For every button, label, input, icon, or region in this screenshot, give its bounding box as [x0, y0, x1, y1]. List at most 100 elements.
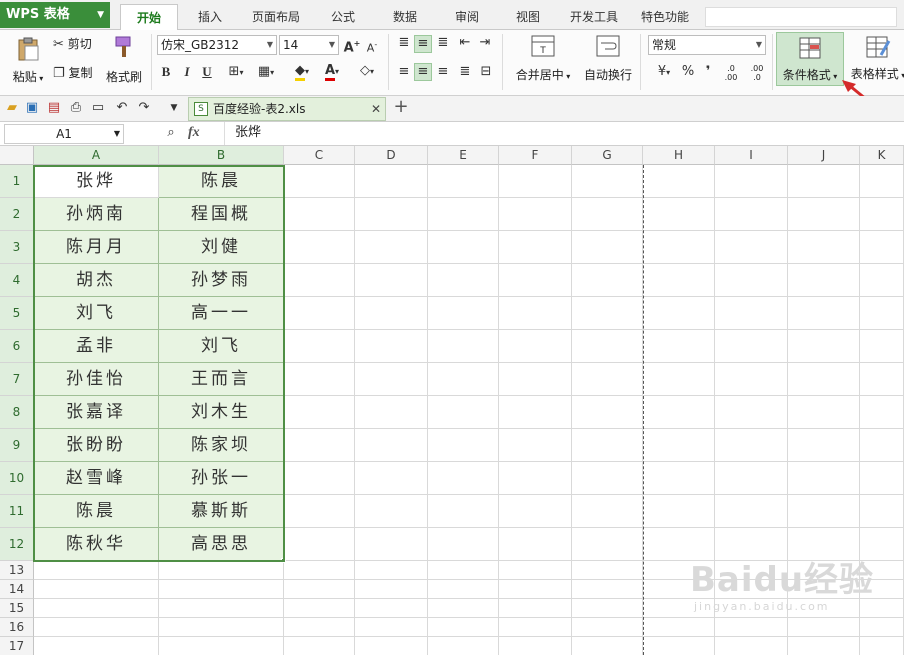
tab-formulas[interactable]: 公式: [318, 4, 368, 30]
cell-c8[interactable]: [284, 396, 355, 429]
cell-d10[interactable]: [355, 462, 428, 495]
cell-i2[interactable]: [715, 198, 788, 231]
cell-d3[interactable]: [355, 231, 428, 264]
row-header[interactable]: 14: [0, 580, 34, 599]
cell-e9[interactable]: [428, 429, 499, 462]
cell-d16[interactable]: [355, 618, 428, 637]
cell-f1[interactable]: [499, 165, 572, 198]
cell-h5[interactable]: [643, 297, 715, 330]
close-icon[interactable]: ✕: [371, 98, 381, 120]
cell-f13[interactable]: [499, 561, 572, 580]
cell-k6[interactable]: [860, 330, 904, 363]
cell-e6[interactable]: [428, 330, 499, 363]
column-header-f[interactable]: F: [499, 146, 572, 165]
cell-f8[interactable]: [499, 396, 572, 429]
cell-f4[interactable]: [499, 264, 572, 297]
cell-e17[interactable]: [428, 637, 499, 655]
cell-a10[interactable]: 赵雪峰: [34, 462, 159, 495]
cell-b8[interactable]: 刘木生: [159, 396, 284, 429]
cell-g1[interactable]: [572, 165, 643, 198]
cell-g5[interactable]: [572, 297, 643, 330]
row-header[interactable]: 7: [0, 363, 34, 396]
cell-d13[interactable]: [355, 561, 428, 580]
align-center-icon[interactable]: ≡: [414, 63, 432, 81]
document-tab[interactable]: S 百度经验-表2.xls ✕: [188, 97, 386, 121]
cell-f7[interactable]: [499, 363, 572, 396]
cell-e8[interactable]: [428, 396, 499, 429]
row-header[interactable]: 12: [0, 528, 34, 561]
cell-e3[interactable]: [428, 231, 499, 264]
cell-i5[interactable]: [715, 297, 788, 330]
cell-h7[interactable]: [643, 363, 715, 396]
app-menu-button[interactable]: WPS 表格 ▼: [0, 2, 110, 28]
cell-c9[interactable]: [284, 429, 355, 462]
tab-page-layout[interactable]: 页面布局: [240, 4, 312, 30]
cell-g16[interactable]: [572, 618, 643, 637]
cell-c3[interactable]: [284, 231, 355, 264]
italic-button[interactable]: I: [179, 64, 195, 80]
cell-i9[interactable]: [715, 429, 788, 462]
cell-e5[interactable]: [428, 297, 499, 330]
indent-increase-icon[interactable]: ⇥: [476, 35, 494, 51]
decrease-decimal-button[interactable]: .00 .0: [746, 64, 768, 82]
row-header[interactable]: 15: [0, 599, 34, 618]
cell-d14[interactable]: [355, 580, 428, 599]
cell-k2[interactable]: [860, 198, 904, 231]
cell-b15[interactable]: [159, 599, 284, 618]
name-box[interactable]: A1 ▼: [4, 124, 124, 144]
cell-k7[interactable]: [860, 363, 904, 396]
cell-d9[interactable]: [355, 429, 428, 462]
cell-k11[interactable]: [860, 495, 904, 528]
cell-h4[interactable]: [643, 264, 715, 297]
cell-d7[interactable]: [355, 363, 428, 396]
cell-i8[interactable]: [715, 396, 788, 429]
tab-review[interactable]: 审阅: [442, 4, 492, 30]
cell-a15[interactable]: [34, 599, 159, 618]
cell-h8[interactable]: [643, 396, 715, 429]
cell-b7[interactable]: 王而言: [159, 363, 284, 396]
cell-g15[interactable]: [572, 599, 643, 618]
cell-a2[interactable]: 孙炳南: [34, 198, 159, 231]
increase-font-icon[interactable]: A+: [343, 36, 361, 56]
align-top-icon[interactable]: ≣: [395, 35, 413, 51]
cell-f17[interactable]: [499, 637, 572, 655]
cell-j9[interactable]: [788, 429, 860, 462]
distribute-icon[interactable]: ⊟: [476, 64, 496, 80]
cell-h2[interactable]: [643, 198, 715, 231]
currency-icon[interactable]: ¥▾: [650, 64, 678, 81]
cell-h10[interactable]: [643, 462, 715, 495]
cell-a7[interactable]: 孙佳怡: [34, 363, 159, 396]
cell-d2[interactable]: [355, 198, 428, 231]
wrap-text-button[interactable]: 自动换行: [580, 34, 636, 83]
cell-f5[interactable]: [499, 297, 572, 330]
cell-g2[interactable]: [572, 198, 643, 231]
cell-h11[interactable]: [643, 495, 715, 528]
zoom-icon[interactable]: ⌕: [163, 125, 179, 141]
cell-c16[interactable]: [284, 618, 355, 637]
cell-f10[interactable]: [499, 462, 572, 495]
cell-c15[interactable]: [284, 599, 355, 618]
cell-e10[interactable]: [428, 462, 499, 495]
cell-f15[interactable]: [499, 599, 572, 618]
column-header-e[interactable]: E: [428, 146, 499, 165]
cell-i10[interactable]: [715, 462, 788, 495]
cell-c5[interactable]: [284, 297, 355, 330]
tab-home[interactable]: 开始: [120, 4, 178, 30]
cell-i11[interactable]: [715, 495, 788, 528]
cut-button[interactable]: ✂ 剪切: [53, 36, 92, 53]
cell-a11[interactable]: 陈晨: [34, 495, 159, 528]
cell-f14[interactable]: [499, 580, 572, 599]
cell-k12[interactable]: [860, 528, 904, 561]
cell-e1[interactable]: [428, 165, 499, 198]
cell-i1[interactable]: [715, 165, 788, 198]
font-color-icon[interactable]: A▾: [318, 63, 346, 81]
cell-b13[interactable]: [159, 561, 284, 580]
cell-e12[interactable]: [428, 528, 499, 561]
cell-g7[interactable]: [572, 363, 643, 396]
cell-c12[interactable]: [284, 528, 355, 561]
cell-g13[interactable]: [572, 561, 643, 580]
row-header[interactable]: 4: [0, 264, 34, 297]
cell-b2[interactable]: 程国概: [159, 198, 284, 231]
cell-b5[interactable]: 高一一: [159, 297, 284, 330]
cell-d8[interactable]: [355, 396, 428, 429]
